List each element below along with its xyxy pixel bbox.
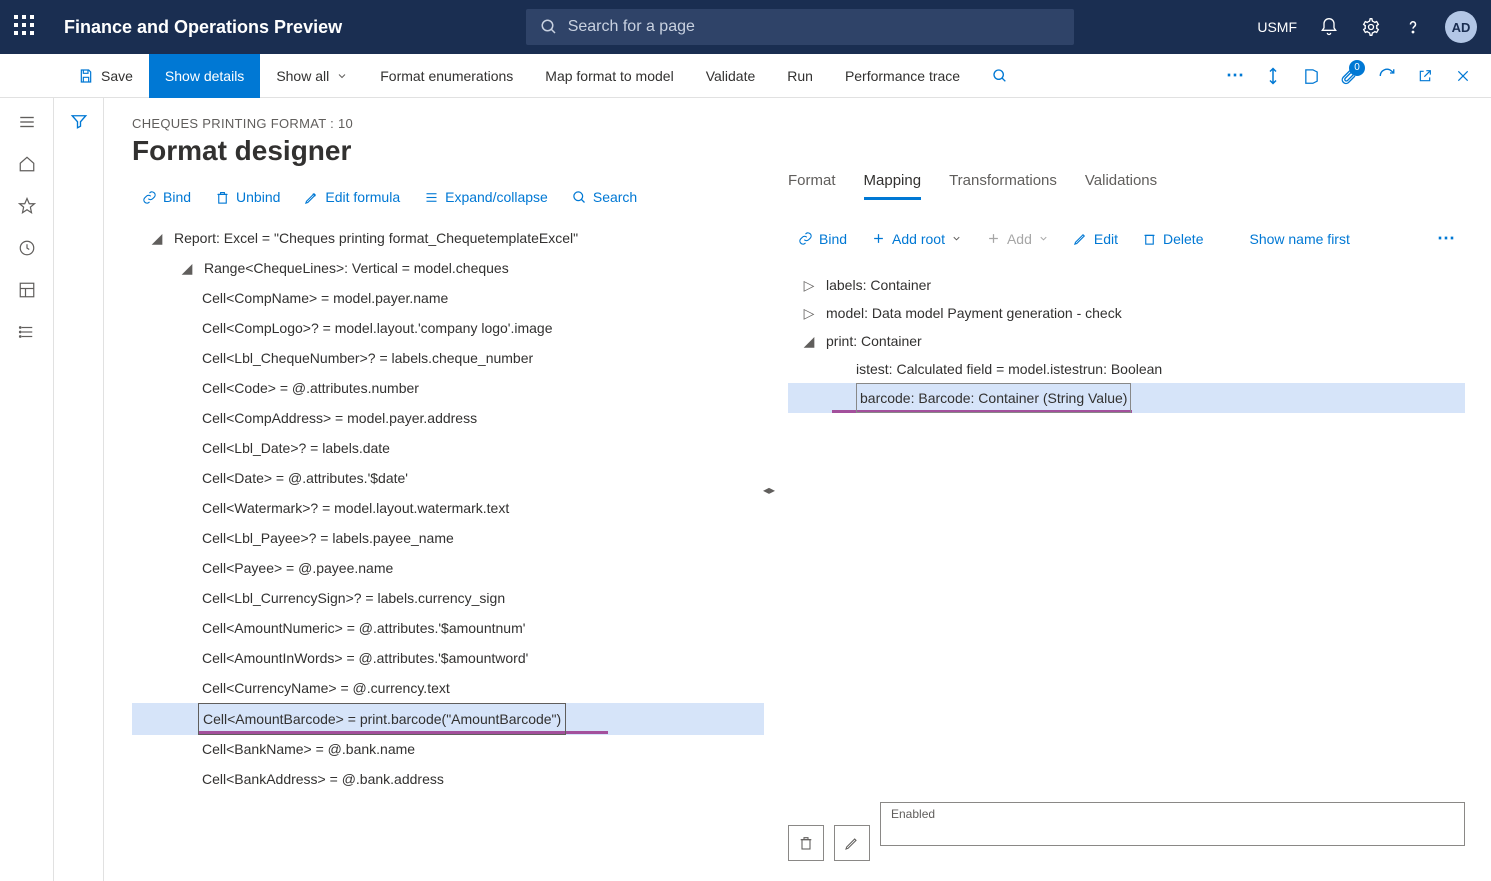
add-button: Add [976, 227, 1059, 251]
performance-trace-button[interactable]: Performance trace [829, 54, 976, 98]
workspaces-icon[interactable] [17, 280, 37, 300]
filter-icon[interactable] [70, 112, 88, 881]
environment-label[interactable]: USMF [1257, 19, 1297, 35]
save-button[interactable]: Save [62, 54, 149, 98]
add-root-button[interactable]: Add root [861, 227, 972, 251]
tree-node-cell[interactable]: Cell<BankName> = @.bank.name [132, 734, 764, 764]
search-command-button[interactable] [976, 54, 1024, 98]
tree-node-cell[interactable]: Cell<CompAddress> = model.payer.address [132, 403, 764, 433]
delete-button[interactable]: Delete [1132, 227, 1213, 251]
tree-node-cell[interactable]: Cell<Lbl_Payee>? = labels.payee_name [132, 523, 764, 553]
command-bar: Save Show details Show all Format enumer… [0, 54, 1491, 98]
search-icon [540, 18, 558, 36]
office-icon[interactable] [1301, 66, 1321, 86]
map-format-button[interactable]: Map format to model [529, 54, 689, 98]
tree-node-cell[interactable]: Cell<AmountInWords> = @.attributes.'$amo… [132, 643, 764, 673]
popout-icon[interactable] [1415, 66, 1435, 86]
more-icon[interactable]: ⋯ [1225, 66, 1245, 86]
tree-node-cell[interactable]: Cell<Lbl_Date>? = labels.date [132, 433, 764, 463]
mapping-node-labels[interactable]: ▷labels: Container [788, 271, 1465, 299]
validate-button[interactable]: Validate [690, 54, 772, 98]
breadcrumb: CHEQUES PRINTING FORMAT : 10 [132, 116, 764, 131]
mapping-node-barcode[interactable]: barcode: Barcode: Container (String Valu… [788, 383, 1465, 413]
delete-condition-button[interactable] [788, 825, 824, 861]
global-search[interactable]: Search for a page [526, 9, 1074, 45]
mapping-node-istest[interactable]: istest: Calculated field = model.istestr… [788, 355, 1465, 383]
tree-node-cell[interactable]: Cell<Watermark>? = model.layout.watermar… [132, 493, 764, 523]
edit-condition-button[interactable] [834, 825, 870, 861]
tree-node-root[interactable]: ◢Report: Excel = "Cheques printing forma… [132, 223, 764, 253]
hamburger-icon[interactable] [17, 112, 37, 132]
tab-format[interactable]: Format [788, 172, 836, 200]
tree-node-cell[interactable]: Cell<Payee> = @.payee.name [132, 553, 764, 583]
chevron-down-icon [951, 233, 962, 244]
tab-validations[interactable]: Validations [1085, 172, 1157, 200]
edit-button[interactable]: Edit [1063, 227, 1128, 251]
tree-node-cell[interactable]: Cell<BankAddress> = @.bank.address [132, 764, 764, 794]
enabled-field[interactable]: Enabled [880, 802, 1465, 846]
attachments-button[interactable]: 0 [1339, 66, 1359, 86]
home-icon[interactable] [17, 154, 37, 174]
tree-node-cell[interactable]: Cell<AmountNumeric> = @.attributes.'$amo… [132, 613, 764, 643]
pane-divider[interactable]: ◂▸ [764, 98, 774, 881]
tree-search-button[interactable]: Search [562, 185, 647, 209]
chevron-down-icon [336, 70, 348, 82]
mapping-node-print[interactable]: ◢print: Container [788, 327, 1465, 355]
nav-rail [0, 98, 54, 881]
gear-icon[interactable] [1361, 17, 1381, 37]
tree-node-cell[interactable]: Cell<AmountBarcode> = print.barcode("Amo… [132, 703, 764, 735]
map-bind-button[interactable]: Bind [788, 227, 857, 251]
run-button[interactable]: Run [771, 54, 829, 98]
format-tree-pane: CHEQUES PRINTING FORMAT : 10 Format desi… [104, 98, 764, 881]
mapping-tree[interactable]: ▷labels: Container ▷model: Data model Pa… [788, 271, 1465, 413]
chevron-down-icon [1038, 233, 1049, 244]
tab-transformations[interactable]: Transformations [949, 172, 1057, 200]
tree-node-cell[interactable]: Cell<Lbl_ChequeNumber>? = labels.cheque_… [132, 343, 764, 373]
close-icon[interactable] [1453, 66, 1473, 86]
show-details-button[interactable]: Show details [149, 54, 260, 98]
app-title: Finance and Operations Preview [64, 17, 342, 38]
filter-column [54, 98, 104, 881]
waffle-icon[interactable] [14, 15, 38, 39]
tree-node-cell[interactable]: Cell<Code> = @.attributes.number [132, 373, 764, 403]
tree-node-cell[interactable]: Cell<Lbl_CurrencySign>? = labels.currenc… [132, 583, 764, 613]
recent-icon[interactable] [17, 238, 37, 258]
tree-node-cell[interactable]: Cell<CompName> = model.payer.name [132, 283, 764, 313]
mapping-pane: Format Mapping Transformations Validatio… [774, 98, 1491, 881]
tree-node-cell[interactable]: Cell<CompLogo>? = model.layout.'company … [132, 313, 764, 343]
help-icon[interactable] [1403, 17, 1423, 37]
tree-node-range[interactable]: ◢Range<ChequeLines>: Vertical = model.ch… [132, 253, 764, 283]
show-name-first-button[interactable]: Show name first [1239, 227, 1359, 251]
page-title: Format designer [132, 135, 764, 167]
bell-icon[interactable] [1319, 17, 1339, 37]
bind-button[interactable]: Bind [132, 185, 201, 209]
format-tree[interactable]: ◢Report: Excel = "Cheques printing forma… [132, 223, 764, 843]
map-more-icon[interactable]: ⋯ [1427, 224, 1465, 253]
mapping-node-model[interactable]: ▷model: Data model Payment generation - … [788, 299, 1465, 327]
refresh-icon[interactable] [1377, 66, 1397, 86]
expand-collapse-button[interactable]: Expand/collapse [414, 185, 558, 209]
search-placeholder: Search for a page [568, 18, 695, 36]
unbind-button[interactable]: Unbind [205, 185, 290, 209]
tree-node-cell[interactable]: Cell<CurrencyName> = @.currency.text [132, 673, 764, 703]
star-icon[interactable] [17, 196, 37, 216]
attachments-badge: 0 [1349, 60, 1365, 76]
edit-formula-button[interactable]: Edit formula [294, 185, 410, 209]
show-all-button[interactable]: Show all [260, 54, 364, 98]
format-enumerations-button[interactable]: Format enumerations [364, 54, 529, 98]
top-bar: Finance and Operations Preview Search fo… [0, 0, 1491, 54]
modules-icon[interactable] [17, 322, 37, 342]
avatar[interactable]: AD [1445, 11, 1477, 43]
tree-node-cell[interactable]: Cell<Date> = @.attributes.'$date' [132, 463, 764, 493]
tab-mapping[interactable]: Mapping [864, 172, 922, 200]
link-icon[interactable] [1263, 66, 1283, 86]
